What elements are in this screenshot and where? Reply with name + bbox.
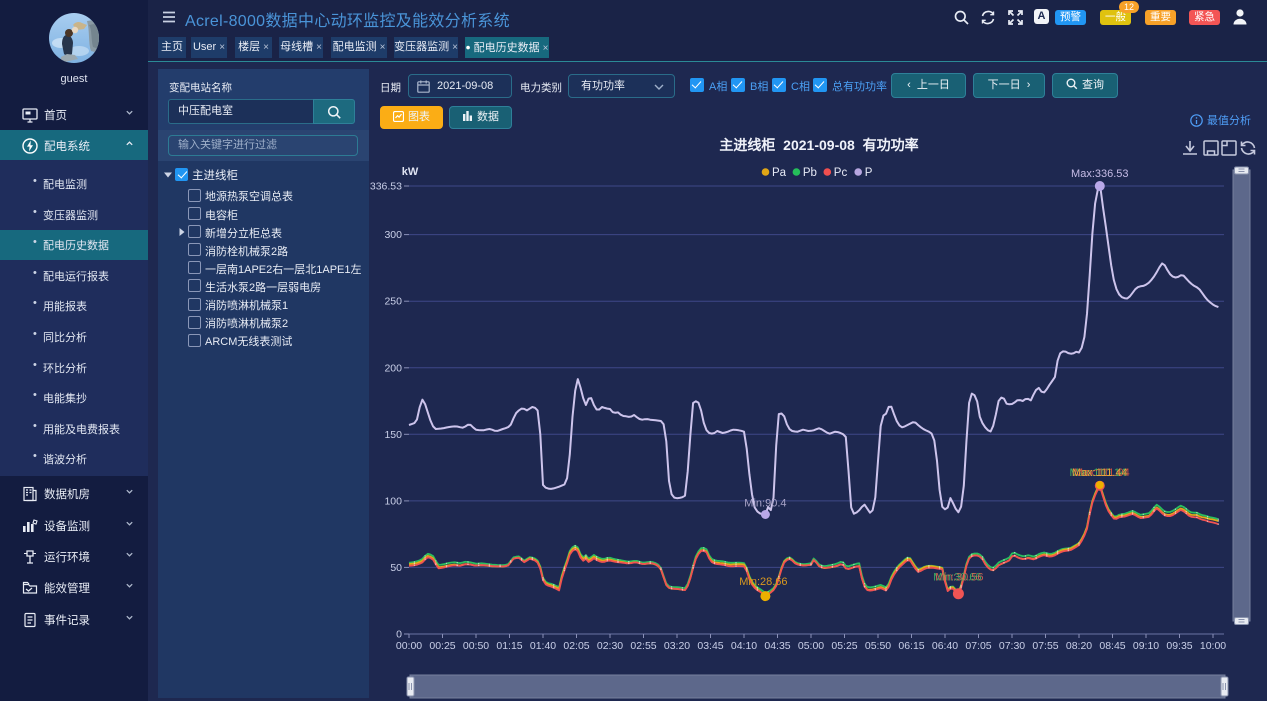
- svg-text:主进线柜 2021-09-08 有功功率: 主进线柜 2021-09-08 有功功率: [719, 137, 918, 153]
- svg-text:250: 250: [384, 296, 402, 308]
- svg-text:50: 50: [390, 562, 402, 574]
- svg-text:00:00: 00:00: [396, 640, 422, 652]
- svg-text:150: 150: [384, 429, 402, 441]
- svg-text:00:50: 00:50: [463, 640, 489, 652]
- svg-text:200: 200: [384, 362, 402, 374]
- svg-text:336.53: 336.53: [370, 181, 402, 193]
- svg-text:10:00: 10:00: [1200, 640, 1226, 652]
- svg-text:05:25: 05:25: [831, 640, 857, 652]
- svg-text:07:55: 07:55: [1032, 640, 1058, 652]
- svg-text:Pc: Pc: [834, 167, 848, 179]
- svg-text:100: 100: [384, 495, 402, 507]
- svg-text:Max:111.44: Max:111.44: [1072, 467, 1128, 479]
- svg-text:Min:30.56: Min:30.56: [935, 572, 983, 584]
- svg-text:09:10: 09:10: [1133, 640, 1159, 652]
- svg-text:00:25: 00:25: [429, 640, 455, 652]
- svg-text:05:00: 05:00: [798, 640, 824, 652]
- svg-text:06:15: 06:15: [898, 640, 924, 652]
- svg-text:Pb: Pb: [803, 167, 817, 179]
- svg-text:03:20: 03:20: [664, 640, 690, 652]
- svg-text:03:45: 03:45: [697, 640, 723, 652]
- svg-text:300: 300: [384, 229, 402, 241]
- svg-text:07:30: 07:30: [999, 640, 1025, 652]
- svg-text:06:40: 06:40: [932, 640, 958, 652]
- svg-text:kW: kW: [402, 166, 419, 178]
- svg-text:07:05: 07:05: [965, 640, 991, 652]
- svg-text:02:55: 02:55: [630, 640, 656, 652]
- svg-text:Pa: Pa: [772, 167, 787, 179]
- svg-text:04:10: 04:10: [731, 640, 757, 652]
- svg-text:0: 0: [396, 629, 402, 641]
- svg-text:09:35: 09:35: [1166, 640, 1192, 652]
- svg-text:08:45: 08:45: [1099, 640, 1125, 652]
- svg-text:Max:336.53: Max:336.53: [1071, 168, 1128, 180]
- svg-text:05:50: 05:50: [865, 640, 891, 652]
- svg-text:02:30: 02:30: [597, 640, 623, 652]
- svg-text:01:15: 01:15: [496, 640, 522, 652]
- svg-text:04:35: 04:35: [764, 640, 790, 652]
- svg-text:01:40: 01:40: [530, 640, 556, 652]
- svg-text:02:05: 02:05: [563, 640, 589, 652]
- svg-text:Min:28.66: Min:28.66: [739, 576, 787, 588]
- svg-text:P: P: [865, 167, 873, 179]
- svg-text:Min:90.4: Min:90.4: [744, 498, 786, 510]
- svg-text:08:20: 08:20: [1066, 640, 1092, 652]
